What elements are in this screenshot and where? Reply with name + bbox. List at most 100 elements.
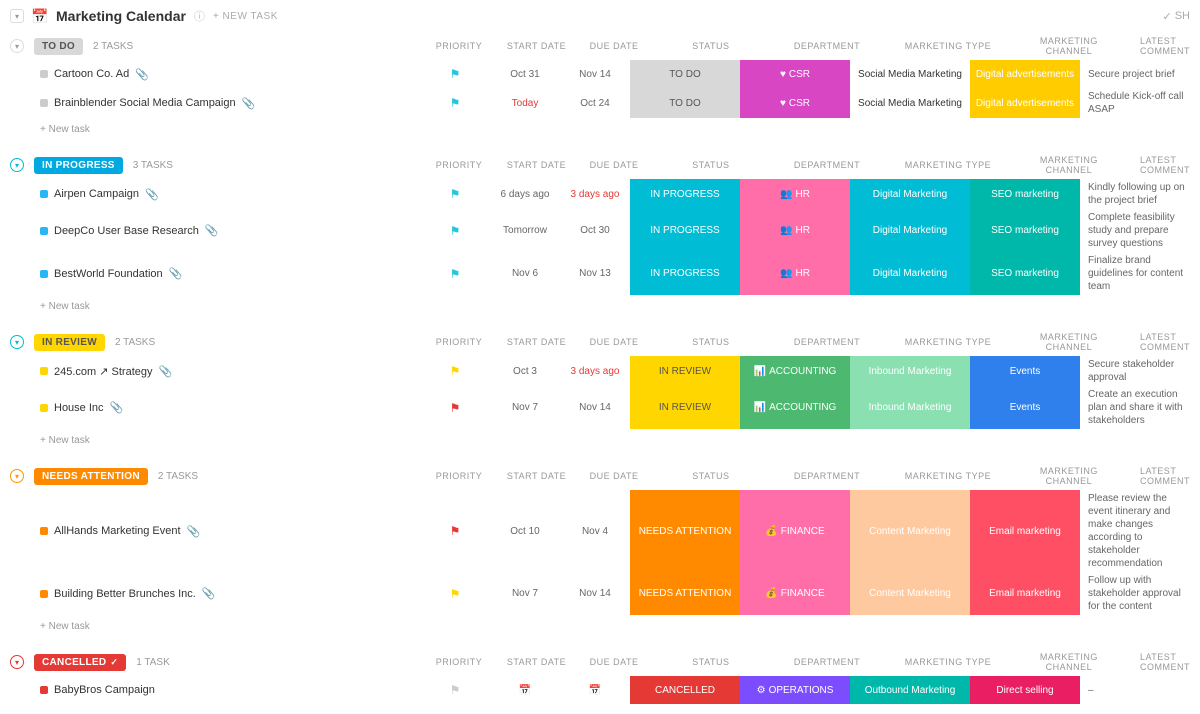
col-latest-comment[interactable]: LATEST COMMENT — [1132, 332, 1190, 352]
start-date-cell[interactable]: Oct 31 — [490, 60, 560, 88]
attachment-icon[interactable]: 📎 — [158, 365, 172, 378]
col-marketing-channel[interactable]: MARKETING CHANNEL — [1016, 652, 1122, 672]
due-date-cell[interactable]: 3 days ago — [560, 179, 630, 209]
marketing-channel-cell[interactable]: Direct selling — [970, 676, 1080, 704]
department-cell[interactable]: 👥 HR — [740, 179, 850, 209]
info-icon[interactable]: ⓘ — [194, 8, 205, 24]
col-start-date[interactable]: START DATE — [503, 657, 571, 667]
priority-cell[interactable]: ⚑ — [420, 386, 490, 429]
marketing-type-cell[interactable]: Outbound Marketing — [850, 676, 970, 704]
new-task-link[interactable]: + New task — [0, 429, 1200, 452]
col-marketing-channel[interactable]: MARKETING CHANNEL — [1016, 36, 1122, 56]
attachment-icon[interactable]: 📎 — [145, 188, 159, 201]
department-cell[interactable]: 💰 FINANCE — [740, 490, 850, 572]
attachment-icon[interactable]: 📎 — [169, 267, 183, 280]
col-priority[interactable]: PRIORITY — [425, 657, 493, 667]
due-date-cell[interactable]: Nov 4 — [560, 490, 630, 572]
department-cell[interactable]: 👥 HR — [740, 252, 850, 295]
col-department[interactable]: DEPARTMENT — [774, 160, 880, 170]
col-priority[interactable]: PRIORITY — [425, 160, 493, 170]
due-date-cell[interactable]: Oct 30 — [560, 209, 630, 252]
priority-cell[interactable]: ⚑ — [420, 490, 490, 572]
comment-cell[interactable]: Please review the event itinerary and ma… — [1080, 490, 1200, 572]
attachment-icon[interactable]: 📎 — [187, 525, 201, 538]
start-date-cell[interactable]: Nov 6 — [490, 252, 560, 295]
task-row[interactable]: Building Better Brunches Inc. 📎 ⚑ Nov 7 … — [0, 572, 1200, 615]
due-date-cell[interactable]: 📅 — [560, 676, 630, 704]
task-name-cell[interactable]: Airpen Campaign 📎 — [0, 179, 420, 209]
due-date-cell[interactable]: 3 days ago — [560, 356, 630, 386]
col-start-date[interactable]: START DATE — [503, 471, 571, 481]
comment-cell[interactable]: – — [1080, 676, 1200, 704]
col-latest-comment[interactable]: LATEST COMMENT — [1132, 155, 1190, 175]
col-department[interactable]: DEPARTMENT — [774, 41, 880, 51]
start-date-cell[interactable]: Nov 7 — [490, 386, 560, 429]
marketing-channel-cell[interactable]: SEO marketing — [970, 179, 1080, 209]
department-cell[interactable]: ♥ CSR — [740, 60, 850, 88]
marketing-type-cell[interactable]: Content Marketing — [850, 490, 970, 572]
status-cell[interactable]: NEEDS ATTENTION — [630, 490, 740, 572]
marketing-channel-cell[interactable]: Digital advertisements — [970, 88, 1080, 118]
marketing-channel-cell[interactable]: Digital advertisements — [970, 60, 1080, 88]
col-due-date[interactable]: DUE DATE — [580, 41, 648, 51]
department-cell[interactable]: ⚙ OPERATIONS — [740, 676, 850, 704]
col-priority[interactable]: PRIORITY — [425, 337, 493, 347]
start-date-cell[interactable]: Oct 10 — [490, 490, 560, 572]
col-latest-comment[interactable]: LATEST COMMENT — [1132, 466, 1190, 486]
status-cell[interactable]: IN PROGRESS — [630, 209, 740, 252]
priority-cell[interactable]: ⚑ — [420, 252, 490, 295]
marketing-channel-cell[interactable]: SEO marketing — [970, 252, 1080, 295]
marketing-type-cell[interactable]: Digital Marketing — [850, 179, 970, 209]
task-row[interactable]: Brainblender Social Media Campaign 📎 ⚑ T… — [0, 88, 1200, 118]
marketing-type-cell[interactable]: Inbound Marketing — [850, 356, 970, 386]
attachment-icon[interactable]: 📎 — [242, 97, 256, 110]
col-department[interactable]: DEPARTMENT — [774, 471, 880, 481]
task-name-cell[interactable]: Cartoon Co. Ad 📎 — [0, 60, 420, 88]
group-status-pill[interactable]: NEEDS ATTENTION — [34, 468, 148, 485]
department-cell[interactable]: 💰 FINANCE — [740, 572, 850, 615]
new-task-link[interactable]: + New task — [0, 615, 1200, 638]
marketing-type-cell[interactable]: Content Marketing — [850, 572, 970, 615]
group-collapse-toggle[interactable]: ▾ — [10, 335, 24, 349]
task-name-cell[interactable]: 245.com ↗ Strategy 📎 — [0, 356, 420, 386]
task-row[interactable]: DeepCo User Base Research 📎 ⚑ Tomorrow O… — [0, 209, 1200, 252]
comment-cell[interactable]: Finalize brand guidelines for content te… — [1080, 252, 1200, 295]
department-cell[interactable]: 👥 HR — [740, 209, 850, 252]
marketing-type-cell[interactable]: Digital Marketing — [850, 209, 970, 252]
due-date-cell[interactable]: Nov 14 — [560, 386, 630, 429]
comment-cell[interactable]: Complete feasibility study and prepare s… — [1080, 209, 1200, 252]
priority-cell[interactable]: ⚑ — [420, 676, 490, 704]
attachment-icon[interactable]: 📎 — [110, 401, 124, 414]
task-name-cell[interactable]: DeepCo User Base Research 📎 — [0, 209, 420, 252]
task-row[interactable]: BestWorld Foundation 📎 ⚑ Nov 6 Nov 13 IN… — [0, 252, 1200, 295]
col-status[interactable]: STATUS — [658, 41, 764, 51]
group-status-pill[interactable]: CANCELLED✓ — [34, 654, 126, 671]
col-marketing-type[interactable]: MARKETING TYPE — [890, 160, 1006, 170]
col-latest-comment[interactable]: LATEST COMMENT — [1132, 36, 1190, 56]
priority-cell[interactable]: ⚑ — [420, 88, 490, 118]
col-due-date[interactable]: DUE DATE — [580, 160, 648, 170]
priority-cell[interactable]: ⚑ — [420, 572, 490, 615]
task-name-cell[interactable]: Building Better Brunches Inc. 📎 — [0, 572, 420, 615]
priority-cell[interactable]: ⚑ — [420, 356, 490, 386]
start-date-cell[interactable]: Nov 7 — [490, 572, 560, 615]
comment-cell[interactable]: Create an execution plan and share it wi… — [1080, 386, 1200, 429]
status-cell[interactable]: TO DO — [630, 60, 740, 88]
due-date-cell[interactable]: Nov 14 — [560, 60, 630, 88]
col-status[interactable]: STATUS — [658, 657, 764, 667]
collapse-toggle[interactable]: ▾ — [10, 9, 24, 23]
priority-cell[interactable]: ⚑ — [420, 60, 490, 88]
comment-cell[interactable]: Follow up with stakeholder approval for … — [1080, 572, 1200, 615]
marketing-channel-cell[interactable]: Events — [970, 386, 1080, 429]
marketing-channel-cell[interactable]: SEO marketing — [970, 209, 1080, 252]
col-marketing-type[interactable]: MARKETING TYPE — [890, 41, 1006, 51]
col-priority[interactable]: PRIORITY — [425, 41, 493, 51]
col-latest-comment[interactable]: LATEST COMMENT — [1132, 652, 1190, 672]
comment-cell[interactable]: Kindly following up on the project brief — [1080, 179, 1200, 209]
group-collapse-toggle[interactable]: ▾ — [10, 39, 24, 53]
status-cell[interactable]: IN REVIEW — [630, 356, 740, 386]
group-status-pill[interactable]: IN REVIEW — [34, 334, 105, 351]
group-collapse-toggle[interactable]: ▾ — [10, 469, 24, 483]
department-cell[interactable]: 📊 ACCOUNTING — [740, 356, 850, 386]
attachment-icon[interactable]: 📎 — [135, 68, 149, 81]
